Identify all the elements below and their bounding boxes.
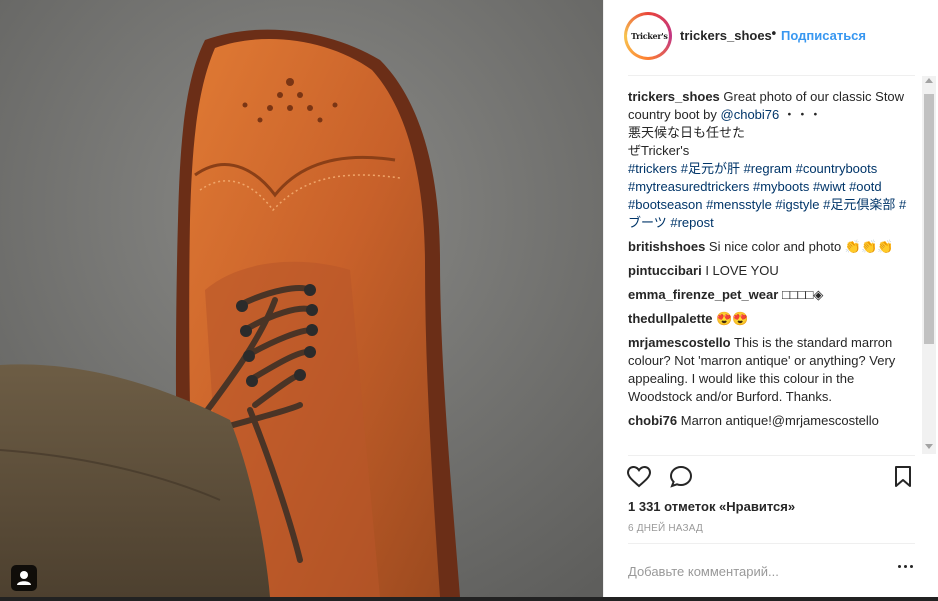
- comment-username[interactable]: emma_firenze_pet_wear: [628, 287, 778, 302]
- comment-item: mrjamescostello This is the standard mar…: [628, 334, 911, 406]
- comments-list: trickers_shoes Great photo of our classi…: [628, 88, 911, 451]
- heart-icon[interactable]: [626, 464, 652, 490]
- comment-text: I LOVE YOU: [705, 263, 779, 278]
- follow-button[interactable]: Подписаться: [781, 28, 866, 43]
- add-comment-input[interactable]: [628, 560, 878, 582]
- bookmark-icon[interactable]: [892, 465, 914, 489]
- comment-item: chobi76 Marron antique!@mrjamescostello: [628, 412, 911, 430]
- comment-text: □□□□◈: [781, 287, 824, 302]
- comment-item: britishshoes Si nice color and photo 👏👏👏: [628, 238, 911, 256]
- comments-scrollbar[interactable]: [922, 76, 936, 454]
- caption-hashtags[interactable]: #trickers #足元が肝 #regram #countryboots #m…: [628, 161, 906, 230]
- bottom-edge: [0, 597, 938, 601]
- comment-username[interactable]: britishshoes: [628, 239, 705, 254]
- comment-username[interactable]: pintuccibari: [628, 263, 702, 278]
- caption-japanese-line1: 悪天候な日も任せた: [628, 125, 746, 140]
- post-photo[interactable]: [0, 0, 603, 597]
- post-author-username[interactable]: trickers_shoes: [680, 28, 772, 43]
- user-icon: [17, 571, 31, 585]
- caption-username[interactable]: trickers_shoes: [628, 89, 720, 104]
- caption-mention[interactable]: @chobi76: [721, 107, 780, 122]
- caption: trickers_shoes Great photo of our classi…: [628, 88, 911, 232]
- tagged-users-button[interactable]: [11, 565, 37, 591]
- caption-dots: ・・・: [782, 107, 822, 122]
- comment-text: Si nice color and photo 👏👏👏: [708, 239, 894, 254]
- more-options-icon[interactable]: [898, 565, 914, 571]
- trickers-logo: Tricker's: [631, 19, 668, 53]
- divider: [628, 455, 915, 456]
- divider: [628, 543, 915, 544]
- scroll-down-arrow-icon[interactable]: [925, 444, 933, 449]
- avatar[interactable]: Tricker's: [624, 12, 672, 60]
- comment-text: Marron antique!@mrjamescostello: [680, 413, 879, 428]
- caption-japanese-line2: ぜTricker's: [628, 143, 690, 158]
- comment-item: emma_firenze_pet_wear □□□□◈: [628, 286, 911, 304]
- scroll-up-arrow-icon[interactable]: [925, 78, 933, 83]
- comment-text: 😍😍: [716, 311, 749, 326]
- post-sidebar: Tricker's trickers_shoes • Подписаться t…: [603, 0, 938, 597]
- boot-photo-image: [0, 0, 603, 597]
- separator-dot: •: [770, 27, 778, 42]
- likes-count[interactable]: 1 331 отметок «Нравится»: [628, 499, 795, 514]
- comment-username[interactable]: thedullpalette: [628, 311, 713, 326]
- comment-item: pintuccibari I LOVE YOU: [628, 262, 911, 280]
- comment-item: thedullpalette 😍😍: [628, 310, 911, 328]
- comment-bubble-icon[interactable]: [668, 464, 694, 490]
- divider: [628, 75, 915, 76]
- comment-username[interactable]: chobi76: [628, 413, 677, 428]
- instagram-post: Tricker's trickers_shoes • Подписаться t…: [0, 0, 938, 601]
- post-header: Tricker's trickers_shoes • Подписаться: [604, 0, 938, 74]
- scrollbar-thumb[interactable]: [924, 94, 934, 344]
- comment-username[interactable]: mrjamescostello: [628, 335, 731, 350]
- post-date[interactable]: 6 ДНЕЙ НАЗАД: [628, 523, 703, 534]
